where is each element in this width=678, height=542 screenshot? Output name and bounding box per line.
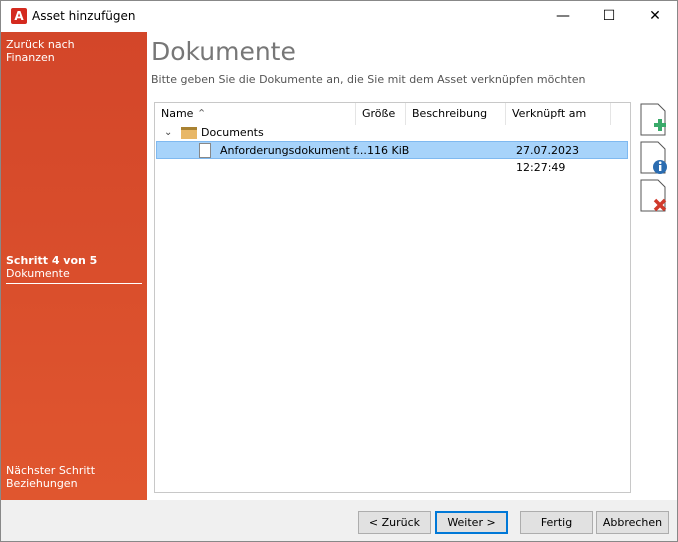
add-document-icon[interactable] bbox=[639, 103, 667, 137]
title-bar: A Asset hinzufügen — ☐ ✕ bbox=[1, 1, 677, 32]
next-step-label: Nächster Schritt bbox=[6, 464, 96, 477]
column-header-linked[interactable]: Verknüpft am bbox=[506, 103, 611, 125]
document-info-icon[interactable] bbox=[639, 141, 667, 175]
file-size: 116 KiB bbox=[367, 144, 410, 157]
sort-ascending-icon: ⌃ bbox=[196, 107, 207, 120]
back-to-step-link[interactable]: Zurück nach Finanzen bbox=[6, 38, 75, 64]
back-button[interactable]: < Zurück bbox=[358, 511, 431, 534]
minimize-button[interactable]: — bbox=[540, 1, 586, 32]
folder-name: Documents bbox=[201, 126, 264, 139]
step-underline bbox=[6, 283, 142, 284]
cancel-button[interactable]: Abbrechen bbox=[596, 511, 669, 534]
current-step-number: Schritt 4 von 5 bbox=[6, 254, 98, 267]
file-linked-date: 27.07.2023 12:27:49 bbox=[516, 144, 579, 174]
finish-button[interactable]: Fertig bbox=[520, 511, 593, 534]
page-title: Dokumente bbox=[151, 37, 296, 66]
page-subtitle: Bitte geben Sie die Dokumente an, die Si… bbox=[151, 73, 586, 86]
folder-icon bbox=[181, 127, 197, 139]
file-name: Anforderungsdokument f... bbox=[220, 144, 367, 157]
close-button[interactable]: ✕ bbox=[632, 1, 678, 32]
column-header-name[interactable]: Name ⌃ bbox=[155, 103, 356, 125]
table-row[interactable]: Anforderungsdokument f... 116 KiB 27.07.… bbox=[156, 141, 628, 174]
column-header-description[interactable]: Beschreibung bbox=[406, 103, 506, 125]
maximize-button[interactable]: ☐ bbox=[586, 1, 632, 32]
chevron-down-icon[interactable]: ⌄ bbox=[164, 125, 172, 141]
next-button[interactable]: Weiter > bbox=[435, 511, 508, 534]
app-logo-icon: A bbox=[11, 8, 27, 24]
button-bar: < Zurück Weiter > Fertig Abbrechen bbox=[1, 500, 677, 541]
current-step-name: Dokumente bbox=[6, 267, 70, 280]
column-header-size[interactable]: Größe bbox=[356, 103, 406, 125]
documents-list[interactable]: Name ⌃ Größe Beschreibung Verknüpft am ⌄… bbox=[154, 102, 631, 493]
next-step-name: Beziehungen bbox=[6, 477, 78, 490]
folder-row[interactable]: ⌄ Documents bbox=[155, 125, 630, 141]
main-panel: Dokumente Bitte geben Sie die Dokumente … bbox=[147, 32, 677, 500]
back-link-line1: Zurück nach bbox=[6, 38, 75, 51]
remove-document-icon[interactable] bbox=[639, 179, 667, 213]
window-title: Asset hinzufügen bbox=[32, 9, 136, 23]
wizard-sidebar: Zurück nach Finanzen Schritt 4 von 5 Doku… bbox=[1, 32, 147, 500]
document-icon bbox=[199, 143, 211, 158]
back-link-line2: Finanzen bbox=[6, 51, 55, 64]
